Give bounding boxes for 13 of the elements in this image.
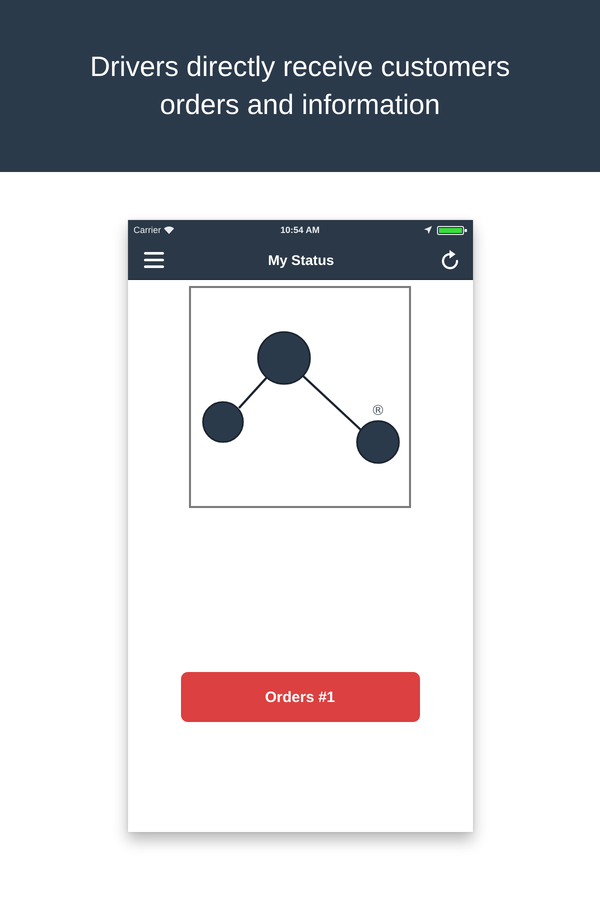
wifi-icon [164,226,174,234]
menu-button[interactable] [144,252,164,268]
clock-time: 10:54 AM [280,224,320,236]
refresh-icon [440,250,458,270]
battery-icon [436,226,466,234]
refresh-button[interactable] [440,250,458,270]
registered-mark: ® [371,403,385,419]
nav-title: My Status [268,252,334,268]
carrier-label: Carrier [134,224,162,236]
orders-button[interactable]: Orders #1 [180,672,420,722]
location-arrow-icon [424,226,432,234]
menu-icon [144,252,164,268]
headline: Drivers directly receive customers orders and information [88,50,512,122]
